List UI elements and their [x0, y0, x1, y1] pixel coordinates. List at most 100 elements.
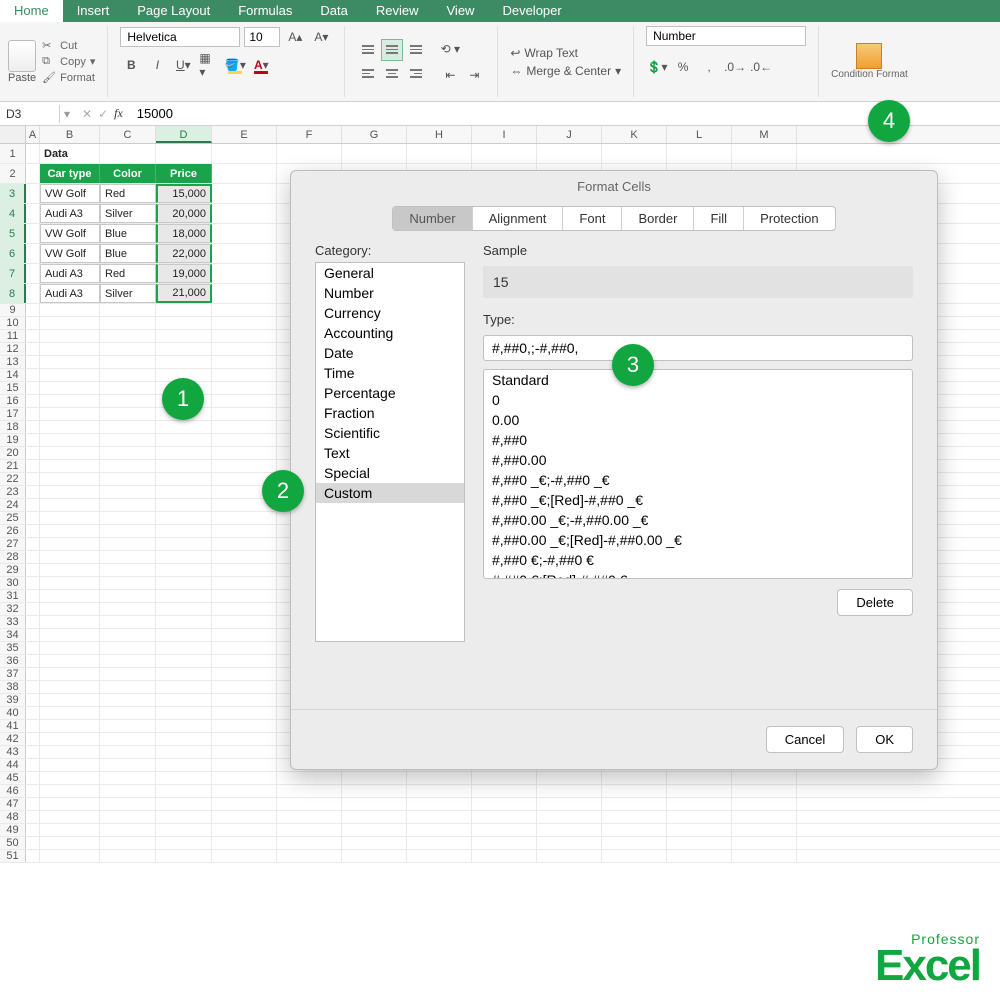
cell[interactable] [156, 512, 212, 524]
row-header[interactable]: 17 [0, 408, 26, 420]
row-header[interactable]: 10 [0, 317, 26, 329]
delete-button[interactable]: Delete [837, 589, 913, 616]
cell[interactable]: Color [100, 164, 156, 183]
underline-button[interactable]: U ▾ [172, 54, 194, 76]
type-list[interactable]: Standard00.00#,##0#,##0.00#,##0 _€;-#,##… [483, 369, 913, 579]
row-header[interactable]: 9 [0, 304, 26, 316]
category-item[interactable]: Scientific [316, 423, 464, 443]
align-left-button[interactable] [357, 63, 379, 85]
cell[interactable] [100, 850, 156, 862]
cell[interactable] [26, 499, 40, 511]
cell[interactable] [156, 824, 212, 836]
category-item[interactable]: Date [316, 343, 464, 363]
row-header[interactable]: 12 [0, 343, 26, 355]
align-right-button[interactable] [405, 63, 427, 85]
increase-indent-button[interactable]: ⇥ [463, 64, 485, 86]
cell[interactable] [100, 707, 156, 719]
cell[interactable] [100, 395, 156, 407]
cell[interactable] [156, 785, 212, 797]
row-header[interactable]: 33 [0, 616, 26, 628]
cell[interactable] [277, 798, 342, 810]
cell[interactable] [40, 434, 100, 446]
cell[interactable] [472, 850, 537, 862]
cell[interactable] [342, 824, 407, 836]
row-header[interactable]: 11 [0, 330, 26, 342]
cell[interactable] [212, 434, 277, 446]
cell[interactable] [602, 772, 667, 784]
cell[interactable] [100, 460, 156, 472]
cell[interactable] [26, 317, 40, 329]
cell[interactable] [156, 668, 212, 680]
cell[interactable] [732, 837, 797, 849]
dialog-tab-font[interactable]: Font [563, 207, 622, 230]
cell[interactable] [26, 382, 40, 394]
cell[interactable] [26, 733, 40, 745]
cell[interactable] [156, 525, 212, 537]
type-item[interactable]: 0.00 [484, 410, 912, 430]
cell[interactable] [40, 577, 100, 589]
cell[interactable] [40, 512, 100, 524]
row-header[interactable]: 16 [0, 395, 26, 407]
cell[interactable]: VW Golf [40, 184, 100, 203]
cell[interactable] [100, 343, 156, 355]
row-header[interactable]: 3 [0, 184, 26, 203]
cell[interactable] [212, 304, 277, 316]
cell[interactable] [667, 824, 732, 836]
cell[interactable] [100, 317, 156, 329]
cell[interactable] [40, 798, 100, 810]
row-header[interactable]: 26 [0, 525, 26, 537]
cell[interactable] [40, 551, 100, 563]
cell[interactable] [100, 759, 156, 771]
type-item[interactable]: #,##0 _€;[Red]-#,##0 _€ [484, 490, 912, 510]
cell[interactable] [407, 850, 472, 862]
cell[interactable] [26, 720, 40, 732]
row-header[interactable]: 19 [0, 434, 26, 446]
cell[interactable] [156, 564, 212, 576]
cell[interactable] [537, 837, 602, 849]
cell[interactable] [26, 538, 40, 550]
cell[interactable] [40, 837, 100, 849]
cell[interactable] [40, 356, 100, 368]
cell[interactable] [212, 746, 277, 758]
cell[interactable] [212, 244, 277, 263]
cell[interactable] [732, 144, 797, 163]
cell[interactable]: 20,000 [156, 204, 212, 223]
cell[interactable] [156, 434, 212, 446]
cell[interactable] [342, 811, 407, 823]
cell[interactable] [537, 850, 602, 862]
cell[interactable] [212, 603, 277, 615]
row-header[interactable]: 25 [0, 512, 26, 524]
decrease-decimal-button[interactable]: .0← [750, 56, 772, 78]
cell[interactable] [40, 759, 100, 771]
cell[interactable] [26, 603, 40, 615]
cut-button[interactable]: ✂Cut [42, 39, 95, 53]
merge-center-button[interactable]: ⇔Merge & Center ▾ [510, 64, 621, 78]
cell[interactable] [472, 811, 537, 823]
cell[interactable] [212, 668, 277, 680]
cell[interactable]: 21,000 [156, 284, 212, 303]
cell[interactable] [156, 772, 212, 784]
cell[interactable] [156, 460, 212, 472]
cell[interactable] [212, 759, 277, 771]
fx-icon[interactable]: fx [114, 106, 123, 121]
cell[interactable] [212, 330, 277, 342]
orientation-button[interactable]: ⟲ ▾ [439, 38, 461, 60]
cell[interactable] [40, 330, 100, 342]
cell[interactable] [342, 850, 407, 862]
cell[interactable] [40, 304, 100, 316]
name-box[interactable]: D3 [0, 105, 60, 123]
type-item[interactable]: #,##0.00 [484, 450, 912, 470]
cell[interactable] [100, 720, 156, 732]
italic-button[interactable]: I [146, 54, 168, 76]
cell[interactable] [667, 850, 732, 862]
cell[interactable] [100, 486, 156, 498]
row-header[interactable]: 35 [0, 642, 26, 654]
row-header[interactable]: 18 [0, 421, 26, 433]
row-header[interactable]: 6 [0, 244, 26, 263]
cell[interactable] [100, 473, 156, 485]
cell[interactable] [100, 668, 156, 680]
cell[interactable] [732, 772, 797, 784]
row-header[interactable]: 34 [0, 629, 26, 641]
row-header[interactable]: 29 [0, 564, 26, 576]
cell[interactable] [100, 798, 156, 810]
